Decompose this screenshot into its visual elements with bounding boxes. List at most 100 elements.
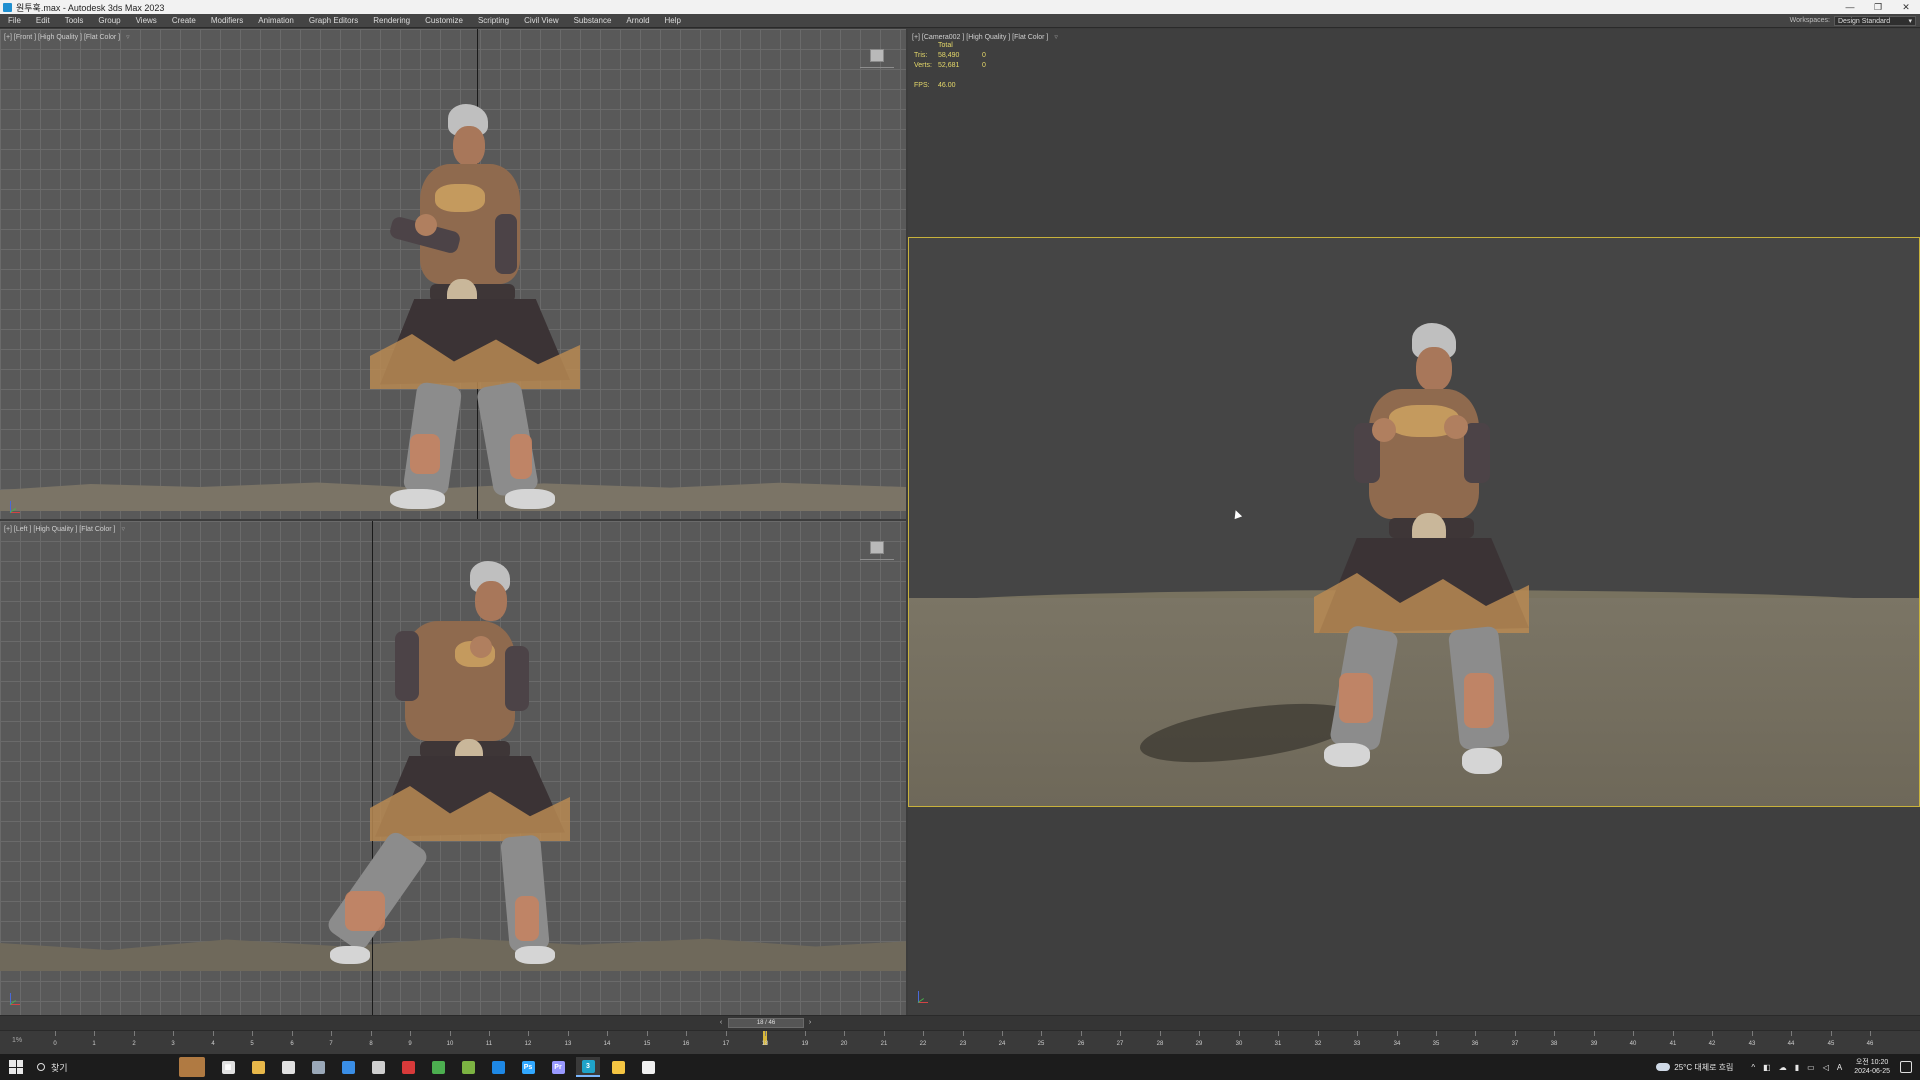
viewcube-icon[interactable] — [860, 49, 894, 71]
track-tick — [410, 1031, 411, 1036]
track-tick-label: 39 — [1590, 1041, 1598, 1047]
mail-icon[interactable] — [336, 1057, 360, 1077]
menu-customize[interactable]: Customize — [417, 14, 470, 28]
notification-icon[interactable] — [1900, 1061, 1912, 1073]
tray-app-icon[interactable]: ◧ — [1763, 1063, 1771, 1072]
menu-views[interactable]: Views — [128, 14, 164, 28]
battery-icon[interactable]: ▮ — [1795, 1063, 1799, 1072]
menu-animation[interactable]: Animation — [250, 14, 301, 28]
character-model[interactable] — [1294, 323, 1529, 783]
menu-help[interactable]: Help — [657, 14, 688, 28]
track-tick — [726, 1031, 727, 1036]
front-viewport-label[interactable]: [+] [Front ] [High Quality ] [Flat Color… — [4, 33, 130, 41]
track-bar[interactable]: 1% 0 1 2 3 4 5 6 7 8 9 10 11 12 13 14 15 16 17 18 19 20 21 22 2… — [0, 1030, 1920, 1054]
menu-arnold[interactable]: Arnold — [618, 14, 656, 28]
menu-scripting[interactable]: Scripting — [470, 14, 516, 28]
taskbar-clock[interactable]: 오전 10:20 2024-06-25 — [1854, 1058, 1890, 1076]
filter-icon[interactable]: ▿ — [126, 34, 130, 41]
menu-file[interactable]: File — [0, 14, 28, 28]
steam-icon[interactable] — [306, 1057, 330, 1077]
calendar-icon[interactable] — [276, 1057, 300, 1077]
track-tick — [1081, 1031, 1082, 1036]
previous-frame-button[interactable]: ‹ — [716, 1018, 726, 1028]
track-tick-label: 5 — [250, 1041, 254, 1047]
track-tick-label: 16 — [682, 1041, 690, 1047]
record-icon[interactable] — [396, 1057, 420, 1077]
menu-substance[interactable]: Substance — [566, 14, 619, 28]
menu-group[interactable]: Group — [90, 14, 127, 28]
file-explorer-icon[interactable] — [246, 1057, 270, 1077]
menu-rendering[interactable]: Rendering — [365, 14, 417, 28]
clock-date: 2024-06-25 — [1854, 1068, 1890, 1075]
minimize-button[interactable]: — — [1836, 0, 1864, 14]
next-frame-button[interactable]: › — [805, 1018, 815, 1028]
workspace-dropdown[interactable]: Design Standard ▾ — [1834, 15, 1916, 26]
edge-icon[interactable] — [486, 1057, 510, 1077]
stats-header: Total — [938, 42, 953, 49]
track-tick-label: 30 — [1235, 1041, 1243, 1047]
premiere-icon[interactable]: Pr — [546, 1057, 570, 1077]
track-tick-label: 3 — [171, 1041, 175, 1047]
camera-viewport-label-text: [+] [Camera002 ] [High Quality ] [Flat C… — [912, 34, 1049, 41]
front-viewport[interactable]: [+] [Front ] [High Quality ] [Flat Color… — [0, 29, 906, 519]
camera-viewport-label[interactable]: [+] [Camera002 ] [High Quality ] [Flat C… — [912, 33, 1058, 41]
track-tick — [1160, 1031, 1161, 1036]
character-model[interactable] — [324, 561, 585, 971]
track-tick-label: 42 — [1708, 1041, 1716, 1047]
filter-icon[interactable]: ▿ — [1054, 34, 1058, 41]
3dsmax-app-icon — [3, 2, 12, 12]
3dsmax-icon[interactable]: 3 — [576, 1057, 600, 1077]
input-language-icon[interactable]: A — [1837, 1063, 1842, 1072]
track-tick-label: 31 — [1274, 1041, 1282, 1047]
left-viewport[interactable]: [+] [Left ] [High Quality ] [Flat Color … — [0, 521, 906, 1015]
track-tick — [1752, 1031, 1753, 1036]
network-icon[interactable]: ▭ — [1807, 1063, 1815, 1072]
track-tick — [1278, 1031, 1279, 1036]
left-viewport-label-text: [+] [Left ] [High Quality ] [Flat Color … — [4, 526, 116, 533]
menu-graph-editors[interactable]: Graph Editors — [301, 14, 365, 28]
menu-tools[interactable]: Tools — [57, 14, 91, 28]
taskbar-search[interactable]: 찾기 — [33, 1057, 173, 1077]
terminal-icon[interactable] — [366, 1057, 390, 1077]
weather-text: 25°C 대체로 흐림 — [1674, 1062, 1734, 1072]
character-model[interactable] — [365, 104, 590, 519]
track-tick — [1199, 1031, 1200, 1036]
camera-viewport[interactable]: [+] [Camera002 ] [High Quality ] [Flat C… — [908, 29, 1920, 1015]
nvidia-icon[interactable] — [456, 1057, 480, 1077]
record-icon-glyph — [401, 1060, 415, 1074]
track-tick-label: 10 — [446, 1041, 454, 1047]
track-tick-label: 36 — [1471, 1041, 1479, 1047]
track-tick-label: 41 — [1669, 1041, 1677, 1047]
sticky-notes-icon[interactable] — [606, 1057, 630, 1077]
track-tick — [252, 1031, 253, 1036]
tray-overflow-icon[interactable]: ^ — [1751, 1063, 1755, 1072]
weather-widget[interactable]: 25°C 대체로 흐림 — [1656, 1062, 1733, 1073]
track-tick — [884, 1031, 885, 1036]
notepad-icon[interactable] — [636, 1057, 660, 1077]
close-button[interactable]: ✕ — [1892, 0, 1920, 14]
viewcube-icon[interactable] — [860, 541, 894, 563]
volume-icon[interactable]: ◁ — [1823, 1063, 1829, 1072]
left-viewport-label[interactable]: [+] [Left ] [High Quality ] [Flat Color … — [4, 525, 125, 533]
filter-icon[interactable]: ▿ — [121, 526, 125, 533]
photoshop-icon[interactable]: Ps — [516, 1057, 540, 1077]
track-tick — [805, 1031, 806, 1036]
chrome-icon[interactable] — [426, 1057, 450, 1077]
onedrive-icon[interactable]: ☁ — [1779, 1063, 1787, 1072]
menu-modifiers[interactable]: Modifiers — [203, 14, 250, 28]
terminal-icon-glyph — [371, 1060, 385, 1074]
premiere-icon-glyph: Pr — [551, 1060, 565, 1074]
time-slider[interactable]: 18 / 46 — [728, 1018, 804, 1028]
track-tick-label: 0 — [53, 1041, 57, 1047]
windows-start-icon[interactable] — [9, 1060, 23, 1074]
menu-edit[interactable]: Edit — [28, 14, 57, 28]
search-highlight-image[interactable] — [179, 1057, 205, 1077]
track-tick-label: 7 — [329, 1041, 333, 1047]
restore-button[interactable]: ❐ — [1864, 0, 1892, 14]
track-tick-label: 22 — [919, 1041, 927, 1047]
menu-create[interactable]: Create — [164, 14, 203, 28]
track-tick — [1791, 1031, 1792, 1036]
task-view-icon[interactable]: ▦ — [216, 1057, 240, 1077]
cloud-icon — [1656, 1063, 1671, 1071]
menu-civil-view[interactable]: Civil View — [516, 14, 566, 28]
